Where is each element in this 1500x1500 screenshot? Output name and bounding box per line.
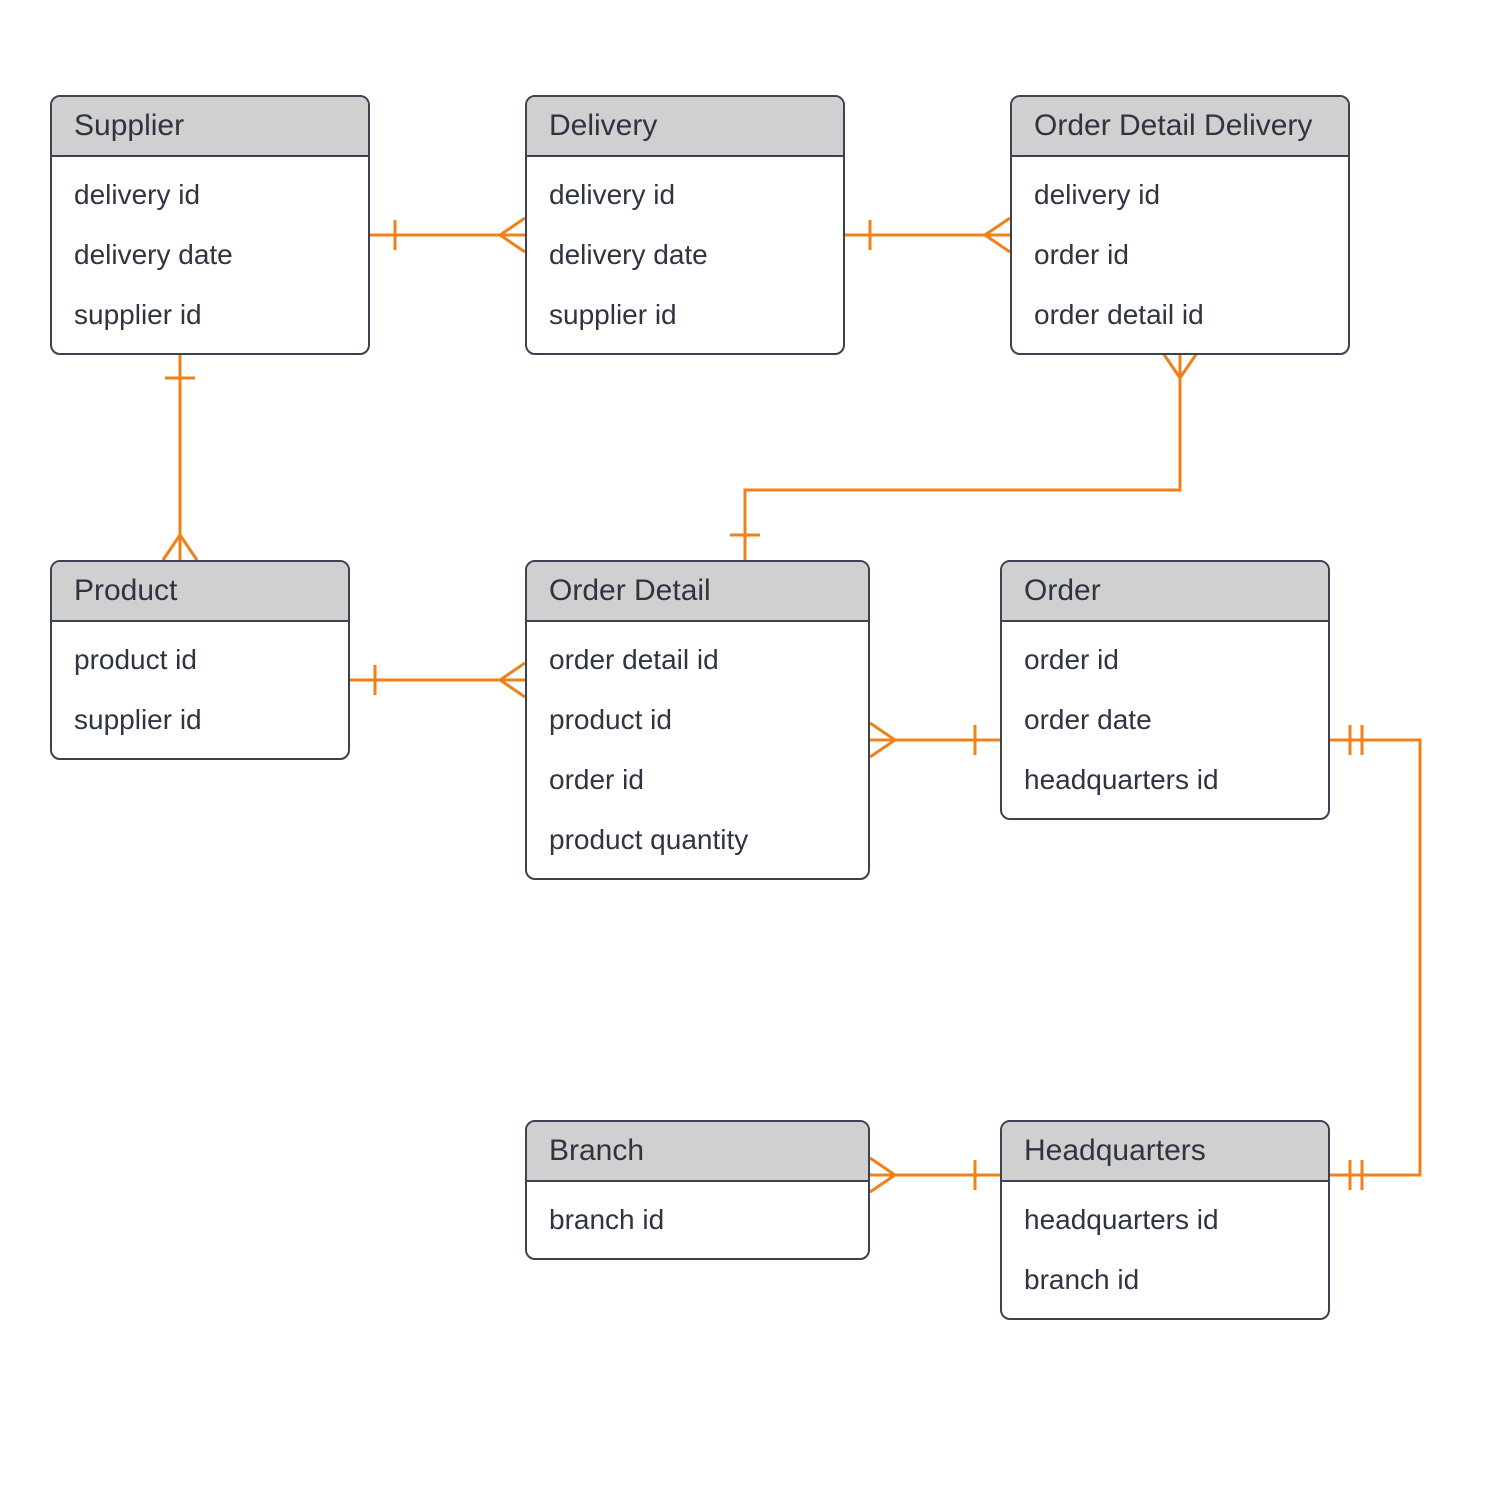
entity-attr: order id: [1002, 630, 1328, 690]
entity-attr: branch id: [1002, 1250, 1328, 1310]
entity-attr: branch id: [527, 1190, 868, 1250]
rel-delivery-odd: [845, 218, 1010, 252]
rel-supplier-product: [163, 353, 197, 560]
entity-attr: product id: [527, 690, 868, 750]
entity-attr: delivery id: [52, 165, 368, 225]
rel-product-orderdetail: [350, 663, 525, 697]
entity-attr: delivery date: [527, 225, 843, 285]
entity-attr: supplier id: [52, 285, 368, 345]
entity-attrs: product id supplier id: [52, 622, 348, 758]
entity-attr: product id: [52, 630, 348, 690]
entity-product[interactable]: Product product id supplier id: [50, 560, 350, 760]
entity-order[interactable]: Order order id order date headquarters i…: [1000, 560, 1330, 820]
entity-attr: order id: [1012, 225, 1348, 285]
entity-attr: supplier id: [527, 285, 843, 345]
entity-title: Order Detail Delivery: [1012, 97, 1348, 157]
entity-delivery[interactable]: Delivery delivery id delivery date suppl…: [525, 95, 845, 355]
entity-attr: order id: [527, 750, 868, 810]
entity-attr: headquarters id: [1002, 750, 1328, 810]
entity-attr: headquarters id: [1002, 1190, 1328, 1250]
rel-orderdetail-odd: [730, 353, 1197, 560]
entity-attr: delivery id: [1012, 165, 1348, 225]
entity-title: Headquarters: [1002, 1122, 1328, 1182]
entity-supplier[interactable]: Supplier delivery id delivery date suppl…: [50, 95, 370, 355]
entity-order-detail-delivery[interactable]: Order Detail Delivery delivery id order …: [1010, 95, 1350, 355]
entity-order-detail[interactable]: Order Detail order detail id product id …: [525, 560, 870, 880]
entity-title: Order: [1002, 562, 1328, 622]
entity-title: Product: [52, 562, 348, 622]
entity-attrs: branch id: [527, 1182, 868, 1258]
entity-title: Branch: [527, 1122, 868, 1182]
entity-attrs: delivery id delivery date supplier id: [52, 157, 368, 353]
rel-supplier-delivery: [370, 218, 525, 252]
entity-attr: order detail id: [527, 630, 868, 690]
entity-branch[interactable]: Branch branch id: [525, 1120, 870, 1260]
entity-headquarters[interactable]: Headquarters headquarters id branch id: [1000, 1120, 1330, 1320]
entity-title: Delivery: [527, 97, 843, 157]
entity-attrs: order id order date headquarters id: [1002, 622, 1328, 818]
entity-attr: order detail id: [1012, 285, 1348, 345]
entity-attr: order date: [1002, 690, 1328, 750]
rel-order-hq: [1330, 725, 1420, 1190]
entity-attr: delivery id: [527, 165, 843, 225]
entity-attr: delivery date: [52, 225, 368, 285]
entity-attrs: delivery id order id order detail id: [1012, 157, 1348, 353]
entity-title: Order Detail: [527, 562, 868, 622]
entity-attrs: order detail id product id order id prod…: [527, 622, 868, 878]
er-diagram-canvas: Supplier delivery id delivery date suppl…: [0, 0, 1500, 1500]
entity-title: Supplier: [52, 97, 368, 157]
entity-attrs: headquarters id branch id: [1002, 1182, 1328, 1318]
rel-orderdetail-order: [870, 723, 1000, 757]
rel-branch-hq: [870, 1158, 1000, 1192]
entity-attr: supplier id: [52, 690, 348, 750]
entity-attrs: delivery id delivery date supplier id: [527, 157, 843, 353]
entity-attr: product quantity: [527, 810, 868, 870]
